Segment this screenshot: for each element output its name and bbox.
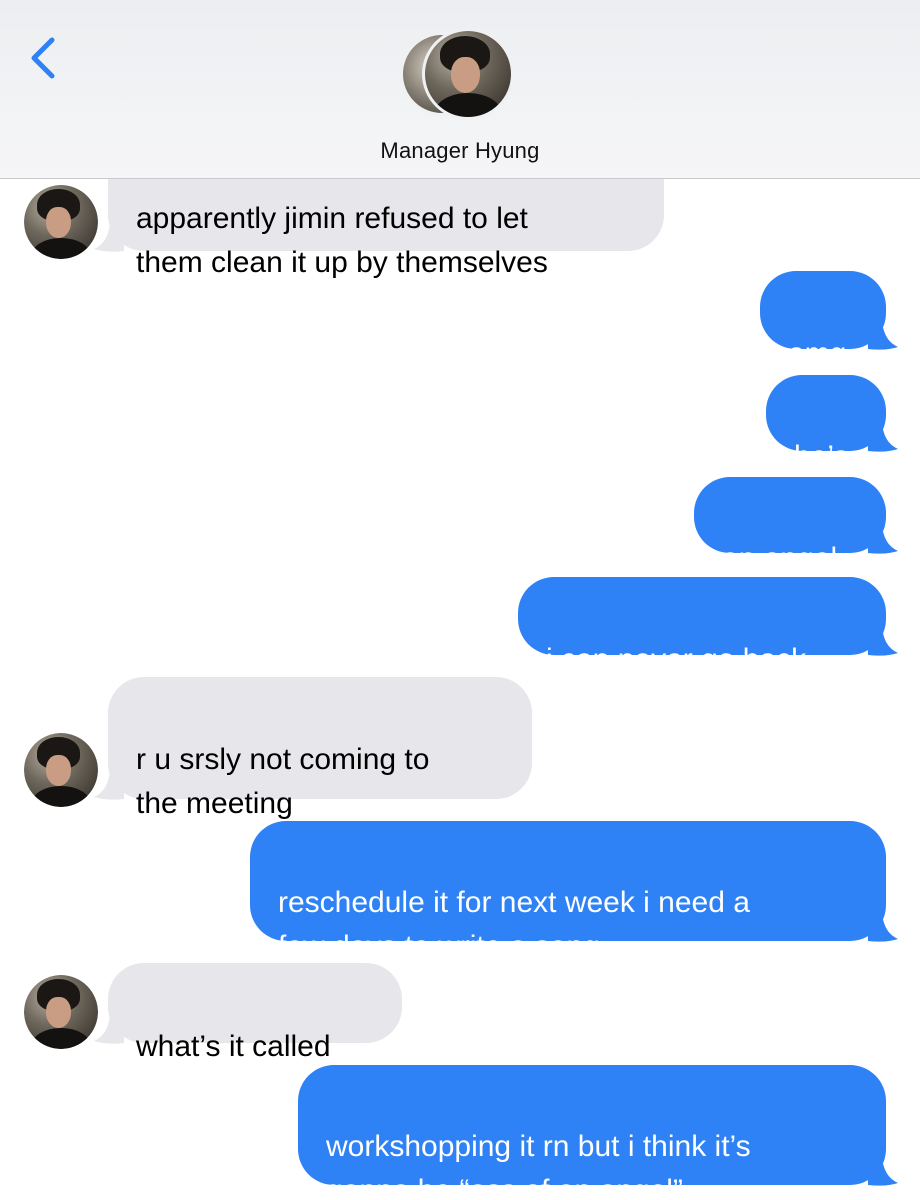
message-bubble-sent[interactable]: an angel [694,477,886,575]
bubble-tail [94,223,124,252]
message-text: omg [788,337,847,370]
message-text: an angel [722,542,838,575]
message-text: workshopping it rn but i think it’s gonn… [326,1130,751,1200]
sender-avatar[interactable] [24,185,98,259]
bubble-tail [868,321,898,350]
contact-name[interactable]: Manager Hyung [0,138,920,164]
message-text: apparently jimin refused to let them cle… [136,202,548,279]
sender-avatar[interactable] [24,733,98,807]
message-bubble-received[interactable]: apparently jimin refused to let them cle… [108,179,664,279]
message-text: he’s [794,440,849,473]
message-bubble-sent[interactable]: reschedule it for next week i need a few… [250,821,886,963]
conversation-header: Manager Hyung [0,0,920,179]
bubble-tail [868,1157,898,1186]
message-text: i can never go back [546,643,807,676]
message-text: what’s it called [136,1030,331,1063]
bubble-tail [94,1015,124,1044]
bubble-tail [868,423,898,452]
message-thread[interactable]: apparently jimin refused to let them cle… [0,179,920,1200]
back-button[interactable] [22,30,66,86]
bubble-tail [94,771,124,800]
message-text: reschedule it for next week i need a few… [278,886,750,963]
message-bubble-received[interactable]: what’s it called [108,963,402,1063]
message-bubble-received[interactable]: r u srsly not coming to the meeting [108,677,532,820]
message-text: r u srsly not coming to the meeting [136,743,430,820]
contact-avatar [422,28,514,120]
sender-avatar[interactable] [24,975,98,1049]
message-bubble-sent[interactable]: i can never go back [518,577,886,676]
bubble-tail [868,525,898,554]
contact-avatar-group[interactable] [400,28,522,120]
message-bubble-sent[interactable]: workshopping it rn but i think it’s gonn… [298,1065,886,1200]
bubble-tail [868,913,898,942]
chevron-left-icon [31,37,55,79]
bubble-tail [868,627,898,656]
